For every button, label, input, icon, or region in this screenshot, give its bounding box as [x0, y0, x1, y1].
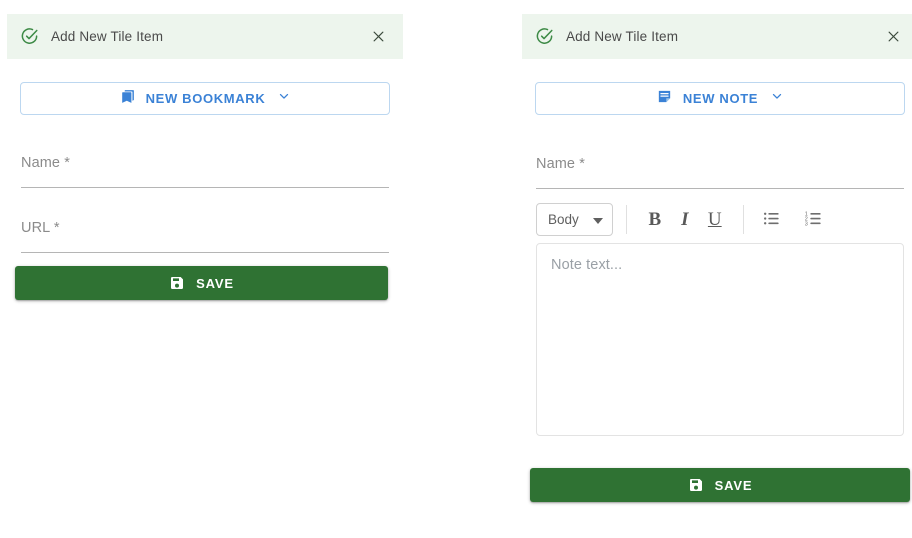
toolbar-separator — [625, 205, 627, 234]
check-circle-icon — [20, 27, 39, 46]
save-floppy-icon — [169, 275, 185, 291]
tile-type-selector-bookmark[interactable]: NEW BOOKMARK — [20, 82, 390, 115]
rich-text-toolbar: Body B I U 1 2 3 — [536, 202, 904, 237]
save-button[interactable]: SAVE — [15, 266, 388, 300]
check-circle-icon — [535, 27, 554, 46]
close-button[interactable] — [882, 26, 904, 48]
name-field[interactable]: Name * — [21, 145, 389, 188]
bulleted-list-button[interactable] — [757, 205, 787, 235]
tile-type-label: NEW BOOKMARK — [145, 91, 266, 106]
save-button[interactable]: SAVE — [530, 468, 910, 502]
close-button[interactable] — [367, 26, 389, 48]
italic-button[interactable]: I — [670, 205, 700, 235]
bookmark-collection-icon — [119, 88, 136, 110]
numbered-list-button[interactable]: 1 2 3 — [799, 205, 829, 235]
bold-button[interactable]: B — [640, 205, 670, 235]
name-field-label: Name * — [536, 156, 585, 172]
save-button-label: SAVE — [714, 477, 753, 493]
name-field[interactable]: Name * — [536, 146, 904, 189]
chevron-down-icon — [770, 89, 784, 108]
note-icon — [656, 88, 673, 110]
paragraph-style-select[interactable]: Body — [536, 203, 613, 236]
note-text-placeholder: Note text... — [551, 257, 623, 273]
dialog-title: Add New Tile Item — [566, 29, 679, 44]
add-tile-item-dialog-bookmark: Add New Tile Item NEW BOOKMARK Name * UR… — [7, 0, 403, 300]
url-field-label: URL * — [21, 220, 60, 236]
svg-text:3: 3 — [805, 221, 808, 227]
numbered-list-icon: 1 2 3 — [804, 209, 823, 231]
dialog-title: Add New Tile Item — [51, 29, 164, 44]
name-field-label: Name * — [21, 155, 70, 171]
tile-type-label: NEW NOTE — [682, 91, 759, 106]
note-text-editor[interactable]: Note text... — [536, 243, 904, 436]
toolbar-separator — [742, 205, 744, 234]
chevron-down-icon — [277, 89, 291, 108]
underline-button[interactable]: U — [700, 205, 730, 235]
save-floppy-icon — [688, 477, 704, 493]
dialog-header: Add New Tile Item — [522, 14, 912, 59]
add-tile-item-dialog-note: Add New Tile Item NEW NOTE Name * Body B… — [522, 0, 912, 502]
caret-down-icon — [592, 211, 603, 229]
tile-type-selector-note[interactable]: NEW NOTE — [535, 82, 905, 115]
url-field[interactable]: URL * — [21, 210, 389, 253]
dialog-header: Add New Tile Item — [7, 14, 403, 59]
save-button-label: SAVE — [196, 275, 234, 291]
paragraph-style-value: Body — [548, 212, 579, 227]
bulleted-list-icon — [762, 209, 781, 231]
